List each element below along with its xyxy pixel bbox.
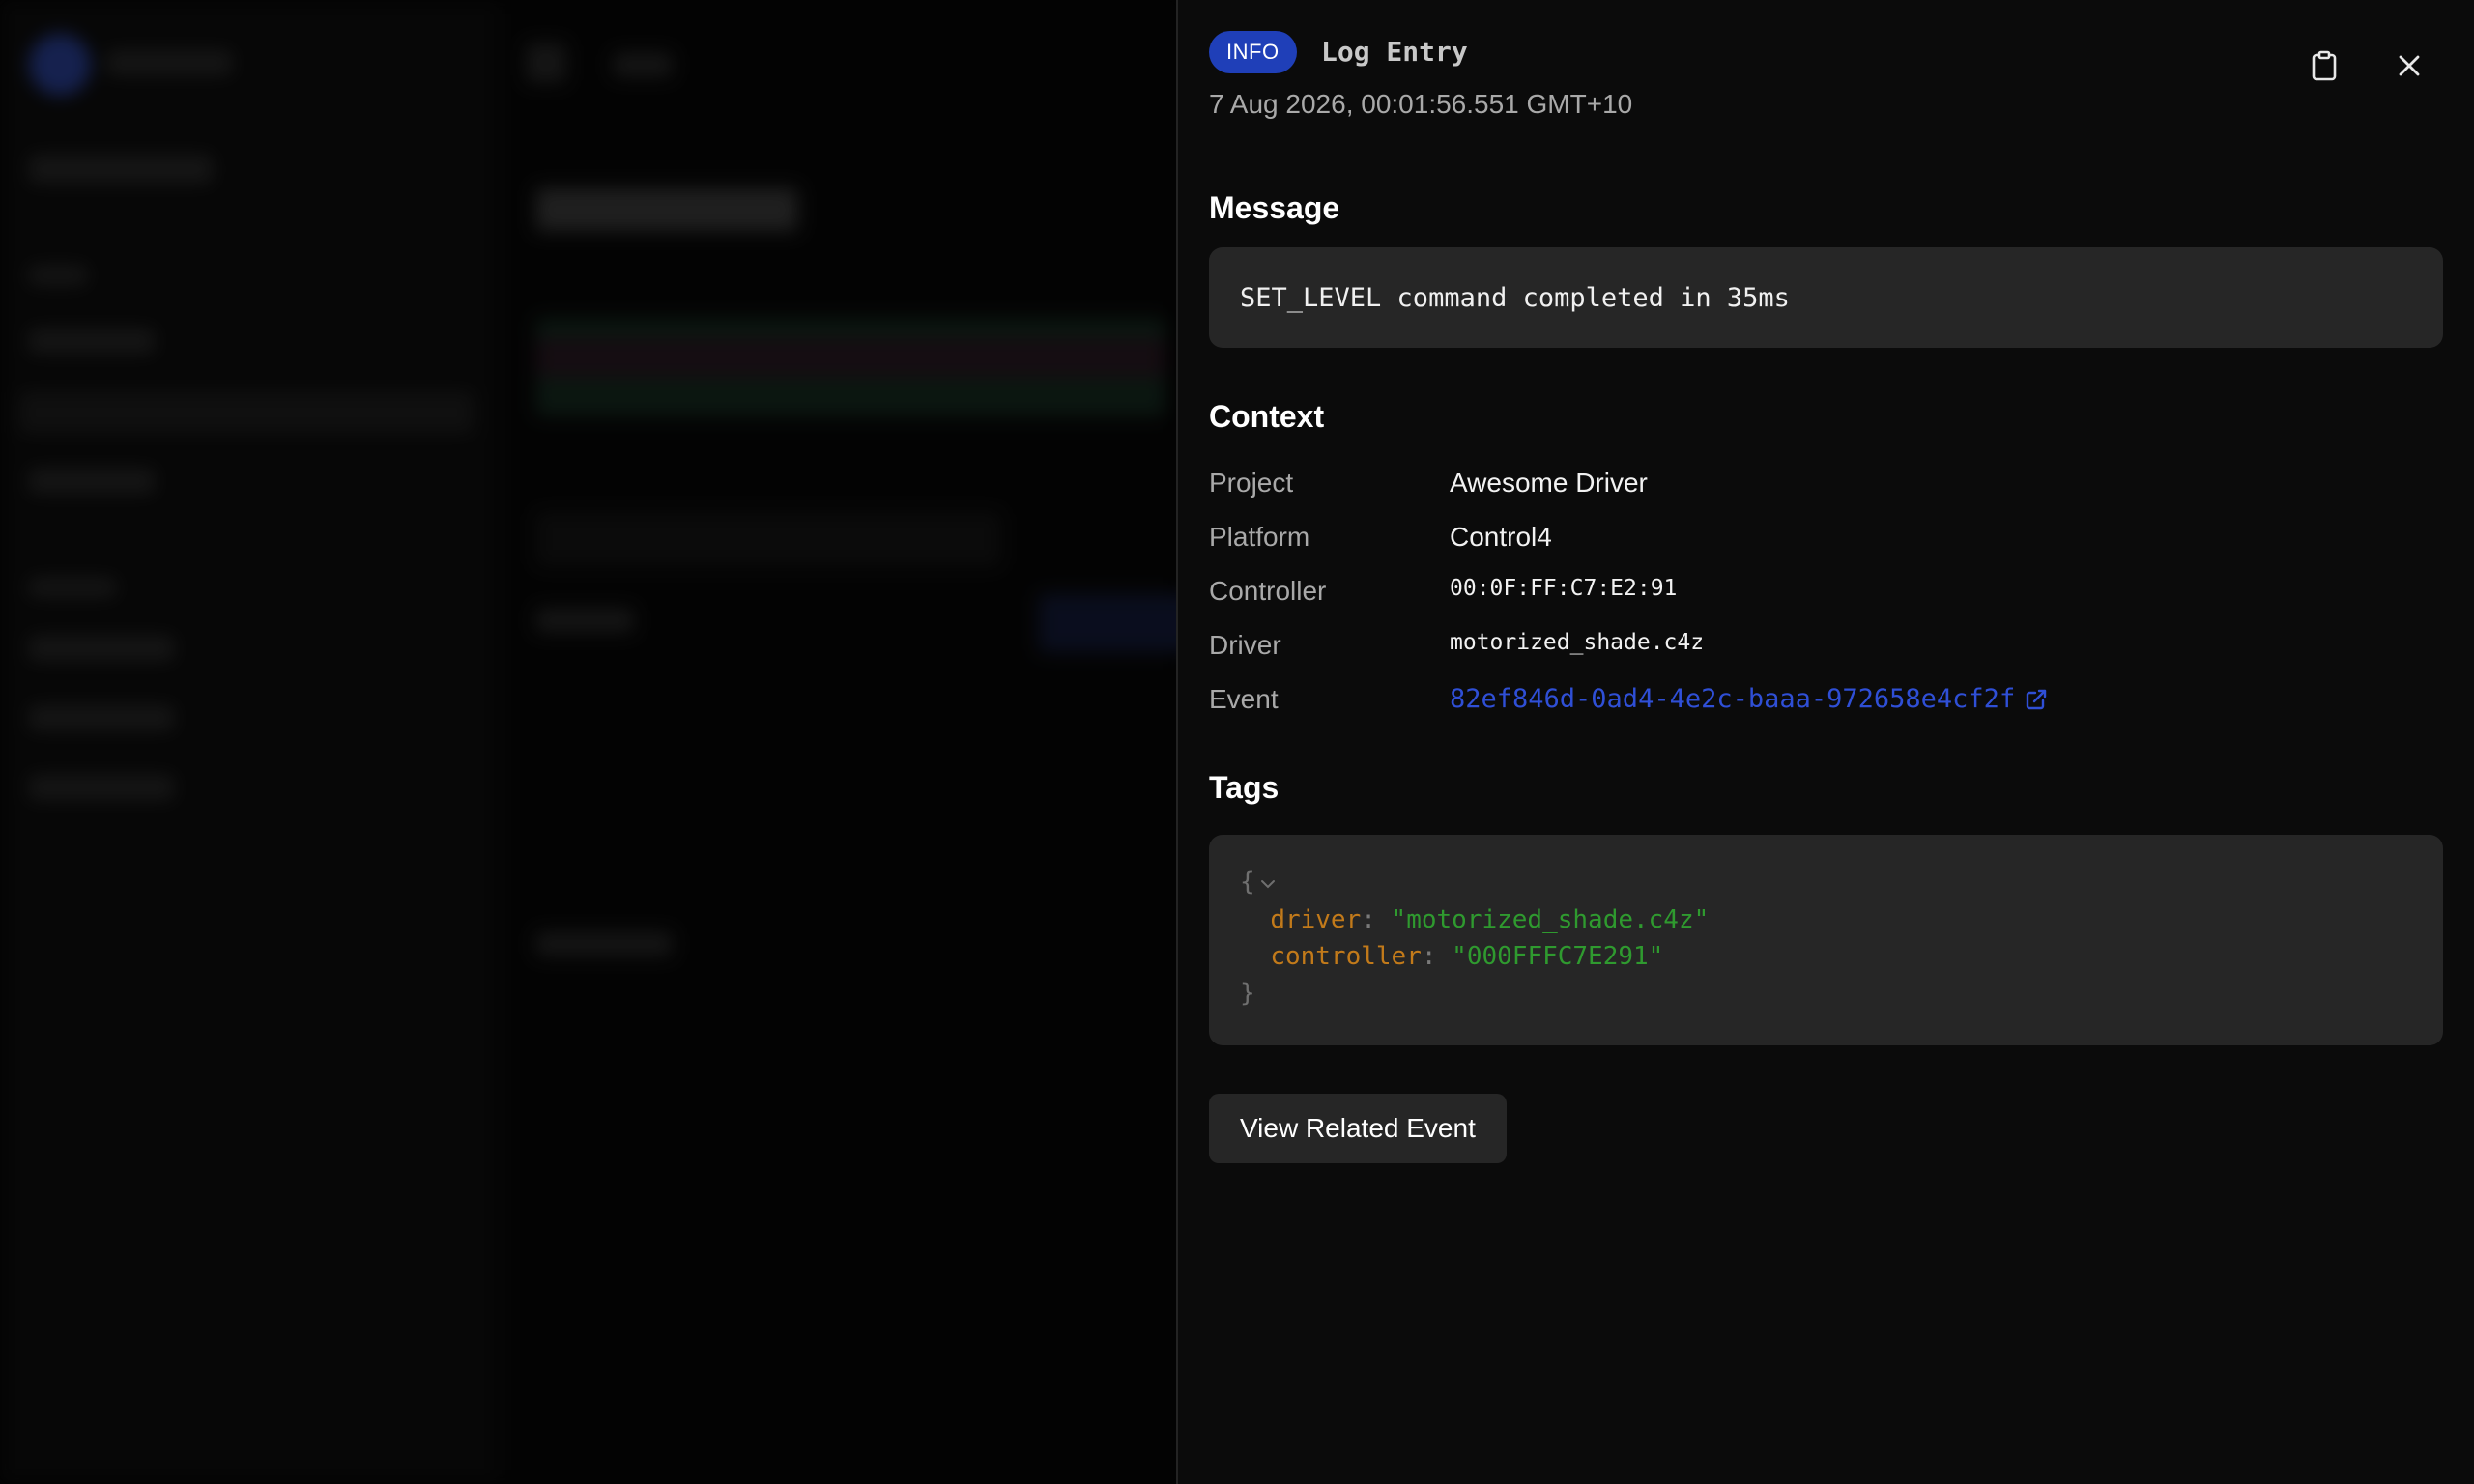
json-close-line: } bbox=[1240, 975, 2412, 1012]
json-tag-driver: driver: "motorized_shade.c4z" bbox=[1240, 901, 2412, 938]
json-colon: : bbox=[1361, 904, 1392, 934]
json-open-line: { bbox=[1240, 864, 2412, 901]
view-related-event-button[interactable]: View Related Event bbox=[1209, 1094, 1507, 1163]
close-button[interactable] bbox=[2390, 46, 2429, 85]
event-link-text: 82ef846d-0ad4-4e2c-baaa-972658e4cf2f bbox=[1450, 684, 2016, 714]
log-timestamp: 7 Aug 2026, 00:01:56.551 GMT+10 bbox=[1209, 89, 1633, 119]
context-platform-value: Control4 bbox=[1450, 522, 1552, 552]
log-entry-drawer: INFO Log Entry 7 Aug 2026, 00:01:56.551 … bbox=[1176, 0, 2474, 1484]
message-box: SET_LEVEL command completed in 35ms bbox=[1209, 247, 2443, 348]
json-tag-controller: controller: "000FFFC7E291" bbox=[1240, 938, 2412, 975]
json-key: driver bbox=[1270, 904, 1362, 934]
json-key: controller bbox=[1270, 941, 1422, 971]
chevron-down-icon bbox=[1260, 879, 1275, 888]
json-collapse-toggle[interactable] bbox=[1259, 865, 1277, 901]
json-colon: : bbox=[1421, 941, 1453, 971]
context-driver-label: Driver bbox=[1209, 630, 1281, 660]
context-project-label: Project bbox=[1209, 468, 1294, 498]
copy-button[interactable] bbox=[2305, 46, 2344, 85]
context-platform-label: Platform bbox=[1209, 522, 1310, 552]
json-value: "motorized_shade.c4z" bbox=[1391, 904, 1710, 934]
context-controller-value: 00:0F:FF:C7:E2:91 bbox=[1450, 576, 1678, 601]
context-project-value: Awesome Driver bbox=[1450, 468, 1648, 498]
background-overlay[interactable] bbox=[0, 0, 1176, 1484]
message-text: SET_LEVEL command completed in 35ms bbox=[1240, 282, 1790, 313]
close-icon bbox=[2399, 55, 2420, 76]
external-link-icon bbox=[2027, 689, 2047, 710]
context-driver-value: motorized_shade.c4z bbox=[1450, 630, 1705, 655]
drawer-title: Log Entry bbox=[1321, 36, 1468, 68]
message-heading: Message bbox=[1209, 190, 1340, 225]
context-heading: Context bbox=[1209, 399, 1325, 434]
json-value: "000FFFC7E291" bbox=[1452, 941, 1664, 971]
json-close-brace: } bbox=[1240, 978, 1255, 1008]
clipboard-icon bbox=[2312, 50, 2337, 81]
level-badge: INFO bbox=[1209, 31, 1297, 73]
event-link[interactable]: 82ef846d-0ad4-4e2c-baaa-972658e4cf2f bbox=[1450, 682, 2048, 717]
context-event-label: Event bbox=[1209, 684, 1279, 714]
json-open-brace: { bbox=[1240, 868, 1255, 897]
tags-heading: Tags bbox=[1209, 770, 1280, 805]
tags-json-viewer: { driver: "motorized_shade.c4z" controll… bbox=[1209, 835, 2443, 1045]
background-app bbox=[0, 0, 1176, 1484]
context-controller-label: Controller bbox=[1209, 576, 1327, 606]
